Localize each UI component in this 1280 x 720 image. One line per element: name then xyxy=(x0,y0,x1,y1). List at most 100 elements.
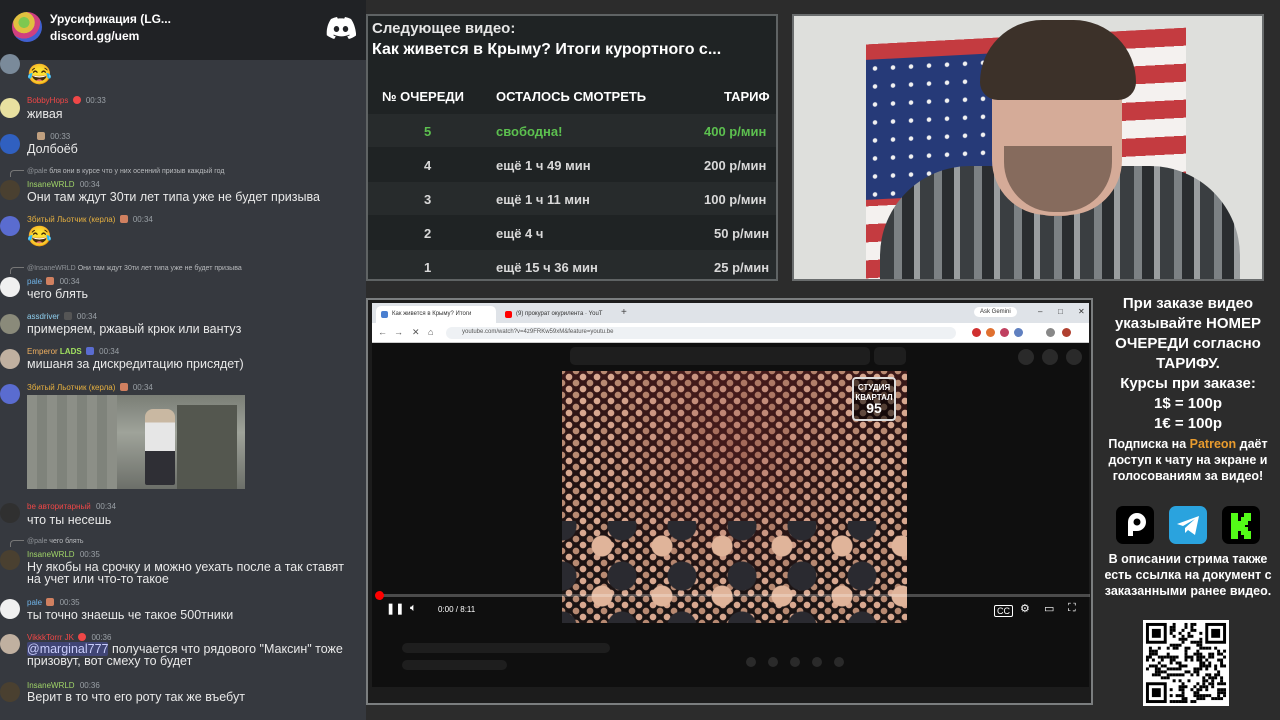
avatar xyxy=(0,54,20,74)
laughing-emoji: 😂 xyxy=(27,64,52,86)
chat-username[interactable]: Збитый Льотчик (керла) xyxy=(27,215,115,224)
extension-icon[interactable] xyxy=(986,328,995,337)
video-progress-bar[interactable] xyxy=(375,591,1090,600)
queue-table-header: № ОЧЕРЕДИ ОСТАЛОСЬ СМОТРЕТЬ ТАРИФ xyxy=(368,80,776,112)
new-tab-button[interactable]: + xyxy=(621,307,627,318)
chat-username[interactable]: assdriver xyxy=(27,312,59,321)
extension-icon[interactable] xyxy=(1062,328,1071,337)
tab-favicon-icon xyxy=(381,311,388,318)
avatar xyxy=(0,682,20,702)
chat-timestamp: 00:34 xyxy=(59,277,80,286)
avatar xyxy=(0,634,20,654)
home-icon[interactable]: ⌂ xyxy=(428,327,433,337)
header-tariff: ТАРИФ xyxy=(724,89,770,104)
kick-icon[interactable] xyxy=(1222,506,1260,544)
avatar xyxy=(0,384,20,404)
chat-username[interactable]: pale xyxy=(27,277,42,286)
avatar xyxy=(0,277,20,297)
subscription-note: Подписка на Patreon даёт доступ к чату н… xyxy=(1108,437,1268,483)
chat-timestamp: 00:34 xyxy=(79,180,100,189)
url-field[interactable]: youtube.com/watch?v=4z9FRKw59xM&feature=… xyxy=(446,327,956,339)
chat-text: ты точно знаешь че такое 500тники xyxy=(27,608,234,622)
badge-icon xyxy=(46,598,55,606)
chat-username[interactable]: be авторитарный xyxy=(27,502,91,511)
video-timecode: 0:00 / 8:11 xyxy=(438,605,476,614)
qr-code[interactable] xyxy=(1143,620,1229,706)
ask-gemini-button[interactable]: Ask Gemini xyxy=(974,307,1017,317)
chat-username[interactable]: Emperor xyxy=(27,347,58,356)
gif-attachment[interactable] xyxy=(27,395,245,489)
back-icon[interactable]: ← xyxy=(378,327,387,337)
description-note: В описании стрима также есть ссылка на д… xyxy=(1104,552,1272,598)
patreon-link[interactable]: Patreon xyxy=(1190,437,1237,451)
chat-username[interactable]: InsaneWRLD xyxy=(27,681,75,690)
progress-knob[interactable] xyxy=(375,591,384,600)
extension-icon[interactable] xyxy=(1014,328,1023,337)
chat-text: чего блять xyxy=(27,287,89,301)
reply-preview[interactable]: @pale чего блять xyxy=(27,538,84,545)
tab-bar: Как живется в Крыму? Итоги (9) прокурат … xyxy=(372,303,1089,323)
youtube-page: СТУДИЯ КВАРТАЛ 95 ❚❚ 🔈︎ 0:00 / 8:11 CC ⚙… xyxy=(372,343,1090,687)
rate-eur: 1€ = 100р xyxy=(1154,415,1222,432)
youtube-icon xyxy=(505,311,512,318)
queue-row: 2 ещё 4 ч 50 р/мин xyxy=(424,226,770,241)
chat-timestamp: 00:35 xyxy=(79,550,100,559)
avatar xyxy=(0,503,20,523)
chat-username[interactable]: Збитый Льотчик (керла) xyxy=(27,383,115,392)
chat-timestamp: 00:36 xyxy=(79,681,100,690)
chat-text: живая xyxy=(27,107,63,121)
avatar xyxy=(0,550,20,570)
reply-preview[interactable]: @pale бля они в курсе что у них осенний … xyxy=(27,168,224,175)
order-instructions: При заказе видео указывайте НОМЕР ОЧЕРЕД… xyxy=(1114,295,1262,372)
reply-preview[interactable]: @InsaneWRLD Они там ждут 30ти лет типа у… xyxy=(27,265,242,272)
telegram-icon[interactable] xyxy=(1169,506,1207,544)
chat-username[interactable]: VikkkTorrr JK xyxy=(27,633,74,642)
server-icon[interactable] xyxy=(12,12,42,42)
fullscreen-icon[interactable]: ⛶ xyxy=(1068,602,1076,615)
chat-text: мишаня за дискредитацию присядет) xyxy=(27,357,244,371)
laughing-emoji: 😂 xyxy=(27,226,52,248)
browser-tab-active[interactable]: Как живется в Крыму? Итоги xyxy=(376,306,496,323)
chat-text: Верит в то что его роту так же въебут xyxy=(27,690,245,704)
chat-text-continued: призовут, вот смеху то будет xyxy=(27,654,193,668)
stop-icon[interactable]: ✕ xyxy=(412,327,420,338)
badge-icon xyxy=(85,347,94,355)
avatar xyxy=(0,98,20,118)
extension-icon[interactable] xyxy=(1000,328,1009,337)
info-panel: При заказе видео указывайте НОМЕР ОЧЕРЕД… xyxy=(1096,290,1280,720)
volume-icon[interactable]: 🔈︎ xyxy=(410,602,417,615)
avatar xyxy=(0,599,20,619)
video-player[interactable]: СТУДИЯ КВАРТАЛ 95 xyxy=(562,371,907,623)
patreon-icon[interactable] xyxy=(1116,506,1154,544)
stream-overlay: Урусификация (LG... discord.gg/uem 😂 Bob… xyxy=(0,0,1280,720)
profile-avatar[interactable] xyxy=(1046,328,1055,337)
pause-icon[interactable]: ❚❚ xyxy=(386,602,404,615)
queue-row: 3 ещё 1 ч 11 мин 100 р/мин xyxy=(368,182,776,215)
settings-gear-icon[interactable]: ⚙ xyxy=(1020,602,1030,615)
chat-username[interactable]: InsaneWRLD xyxy=(27,180,75,189)
close-icon[interactable]: ✕ xyxy=(1078,307,1085,316)
miniplayer-icon[interactable]: ▭ xyxy=(1044,602,1054,615)
rates-title: Курсы при заказе: xyxy=(1120,375,1256,392)
discord-chat-panel: Урусификация (LG... discord.gg/uem 😂 Bob… xyxy=(0,0,366,720)
chat-username[interactable]: InsaneWRLD xyxy=(27,550,75,559)
minimize-icon[interactable]: – xyxy=(1038,307,1042,316)
extension-icon[interactable] xyxy=(972,328,981,337)
chat-timestamp: 00:34 xyxy=(99,347,120,356)
subtitles-icon[interactable]: CC xyxy=(994,605,1013,617)
maximize-icon[interactable]: □ xyxy=(1058,307,1063,316)
discord-icon xyxy=(326,17,356,39)
server-invite[interactable]: discord.gg/uem xyxy=(50,29,139,43)
chat-username[interactable]: BobbyHops xyxy=(27,96,68,105)
header-remaining: ОСТАЛОСЬ СМОТРЕТЬ xyxy=(496,89,647,104)
queue-row: 4 ещё 1 ч 49 мин 200 р/мин xyxy=(424,158,767,173)
chat-username[interactable]: pale xyxy=(27,598,42,607)
avatar xyxy=(0,180,20,200)
browser-tab[interactable]: (9) прокурат окурилента · YouT xyxy=(500,306,616,323)
chat-timestamp: 00:36 xyxy=(91,633,112,642)
badge-icon xyxy=(119,215,128,223)
chat-timestamp: 00:35 xyxy=(59,598,80,607)
forward-icon[interactable]: → xyxy=(394,327,403,337)
server-title: Урусификация (LG... xyxy=(50,12,171,26)
chat-tag: LADS xyxy=(59,347,82,356)
